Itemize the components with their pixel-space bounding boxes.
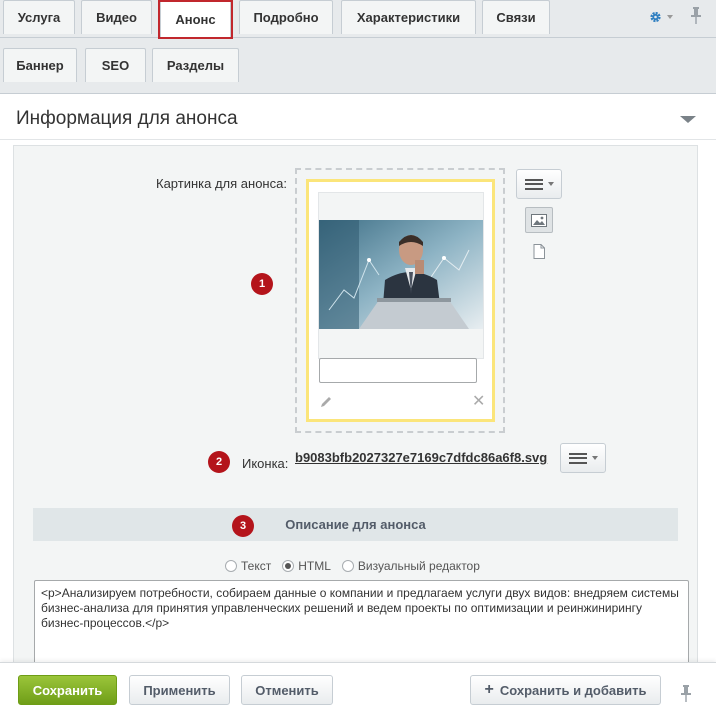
icon-file-link[interactable]: b9083bfb2027327e7169c7dfdc86a6f8.svg — [295, 450, 547, 465]
tab-anons[interactable]: Анонс — [160, 0, 231, 38]
tab-label: Услуга — [17, 10, 61, 25]
tab-podrobno[interactable]: Подробно — [239, 0, 333, 34]
divider — [0, 139, 716, 140]
footer-bar: Сохранить Применить Отменить + Сохранить… — [0, 662, 716, 714]
apply-button[interactable]: Применить — [129, 675, 230, 705]
picture-menu-button[interactable] — [516, 169, 562, 199]
collapse-arrow-icon[interactable] — [680, 116, 696, 123]
settings-gear-button[interactable] — [649, 8, 673, 26]
tab-label: Подробно — [253, 10, 319, 25]
icon-label: Иконка: — [242, 456, 289, 471]
radio-html[interactable]: HTML — [282, 559, 331, 573]
save-and-add-label: Сохранить и добавить — [499, 682, 647, 698]
image-mode-button[interactable] — [525, 207, 553, 233]
radio-label: Текст — [241, 559, 272, 573]
file-icon[interactable] — [533, 244, 545, 259]
announcement-image — [319, 220, 483, 329]
description-header-label: Описание для анонса — [285, 517, 426, 532]
image-description-input[interactable] — [319, 358, 477, 383]
tab-label: Анонс — [175, 12, 216, 27]
chevron-down-icon — [547, 182, 554, 186]
pencil-icon[interactable] — [319, 395, 333, 409]
pin-icon[interactable] — [690, 7, 702, 25]
pin-icon[interactable] — [680, 685, 692, 703]
save-and-add-button[interactable]: + Сохранить и добавить — [470, 675, 661, 705]
menu-icon — [524, 178, 543, 190]
image-icon — [531, 213, 547, 227]
radio-text[interactable]: Текст — [225, 559, 271, 573]
tab-label: Связи — [496, 10, 536, 25]
editor-mode-radios: Текст HTML Визуальный редактор — [225, 559, 491, 573]
radio-visual-editor[interactable]: Визуальный редактор — [341, 559, 480, 573]
cancel-button[interactable]: Отменить — [241, 675, 333, 705]
menu-icon — [568, 452, 587, 464]
marker-1: 1 — [251, 273, 273, 295]
tab-label: Баннер — [16, 58, 64, 73]
plus-icon: + — [484, 681, 494, 698]
picture-label: Картинка для анонса: — [156, 176, 287, 191]
chevron-down-icon — [667, 15, 673, 19]
radio-button[interactable] — [341, 560, 354, 572]
icon-menu-button[interactable] — [560, 443, 606, 473]
chevron-down-icon — [591, 456, 598, 460]
radio-button[interactable] — [282, 560, 295, 572]
tab-label: SEO — [101, 58, 130, 73]
radio-label: HTML — [298, 559, 331, 573]
tab-razdely[interactable]: Разделы — [152, 48, 239, 82]
tab-label: Разделы — [166, 58, 225, 73]
description-textarea[interactable]: <p>Анализируем потребности, собираем дан… — [34, 580, 689, 670]
save-button[interactable]: Сохранить — [18, 675, 117, 705]
tabs-row-sub: Баннер SEO Разделы — [0, 48, 716, 86]
radio-button[interactable] — [225, 560, 237, 572]
tab-banner[interactable]: Баннер — [3, 48, 77, 82]
tab-seo[interactable]: SEO — [85, 48, 146, 82]
marker-3: 3 — [232, 515, 254, 537]
radio-label: Визуальный редактор — [357, 559, 480, 573]
tab-label: Видео — [96, 10, 137, 25]
tab-svyazi[interactable]: Связи — [482, 0, 550, 34]
description-header: Описание для анонса — [33, 508, 678, 541]
tab-video[interactable]: Видео — [81, 0, 152, 34]
gear-icon — [650, 11, 661, 23]
tab-label: Характеристики — [356, 10, 461, 25]
marker-2: 2 — [208, 451, 230, 473]
section-title: Информация для анонса — [16, 108, 238, 129]
tab-usluga[interactable]: Услуга — [3, 0, 75, 34]
close-icon[interactable]: ✕ — [472, 394, 485, 410]
tab-harakteristiki[interactable]: Характеристики — [341, 0, 476, 34]
tabs-baseline — [0, 37, 716, 38]
tabs-row-main: Услуга Видео Анонс Подробно Характеристи… — [0, 0, 716, 39]
